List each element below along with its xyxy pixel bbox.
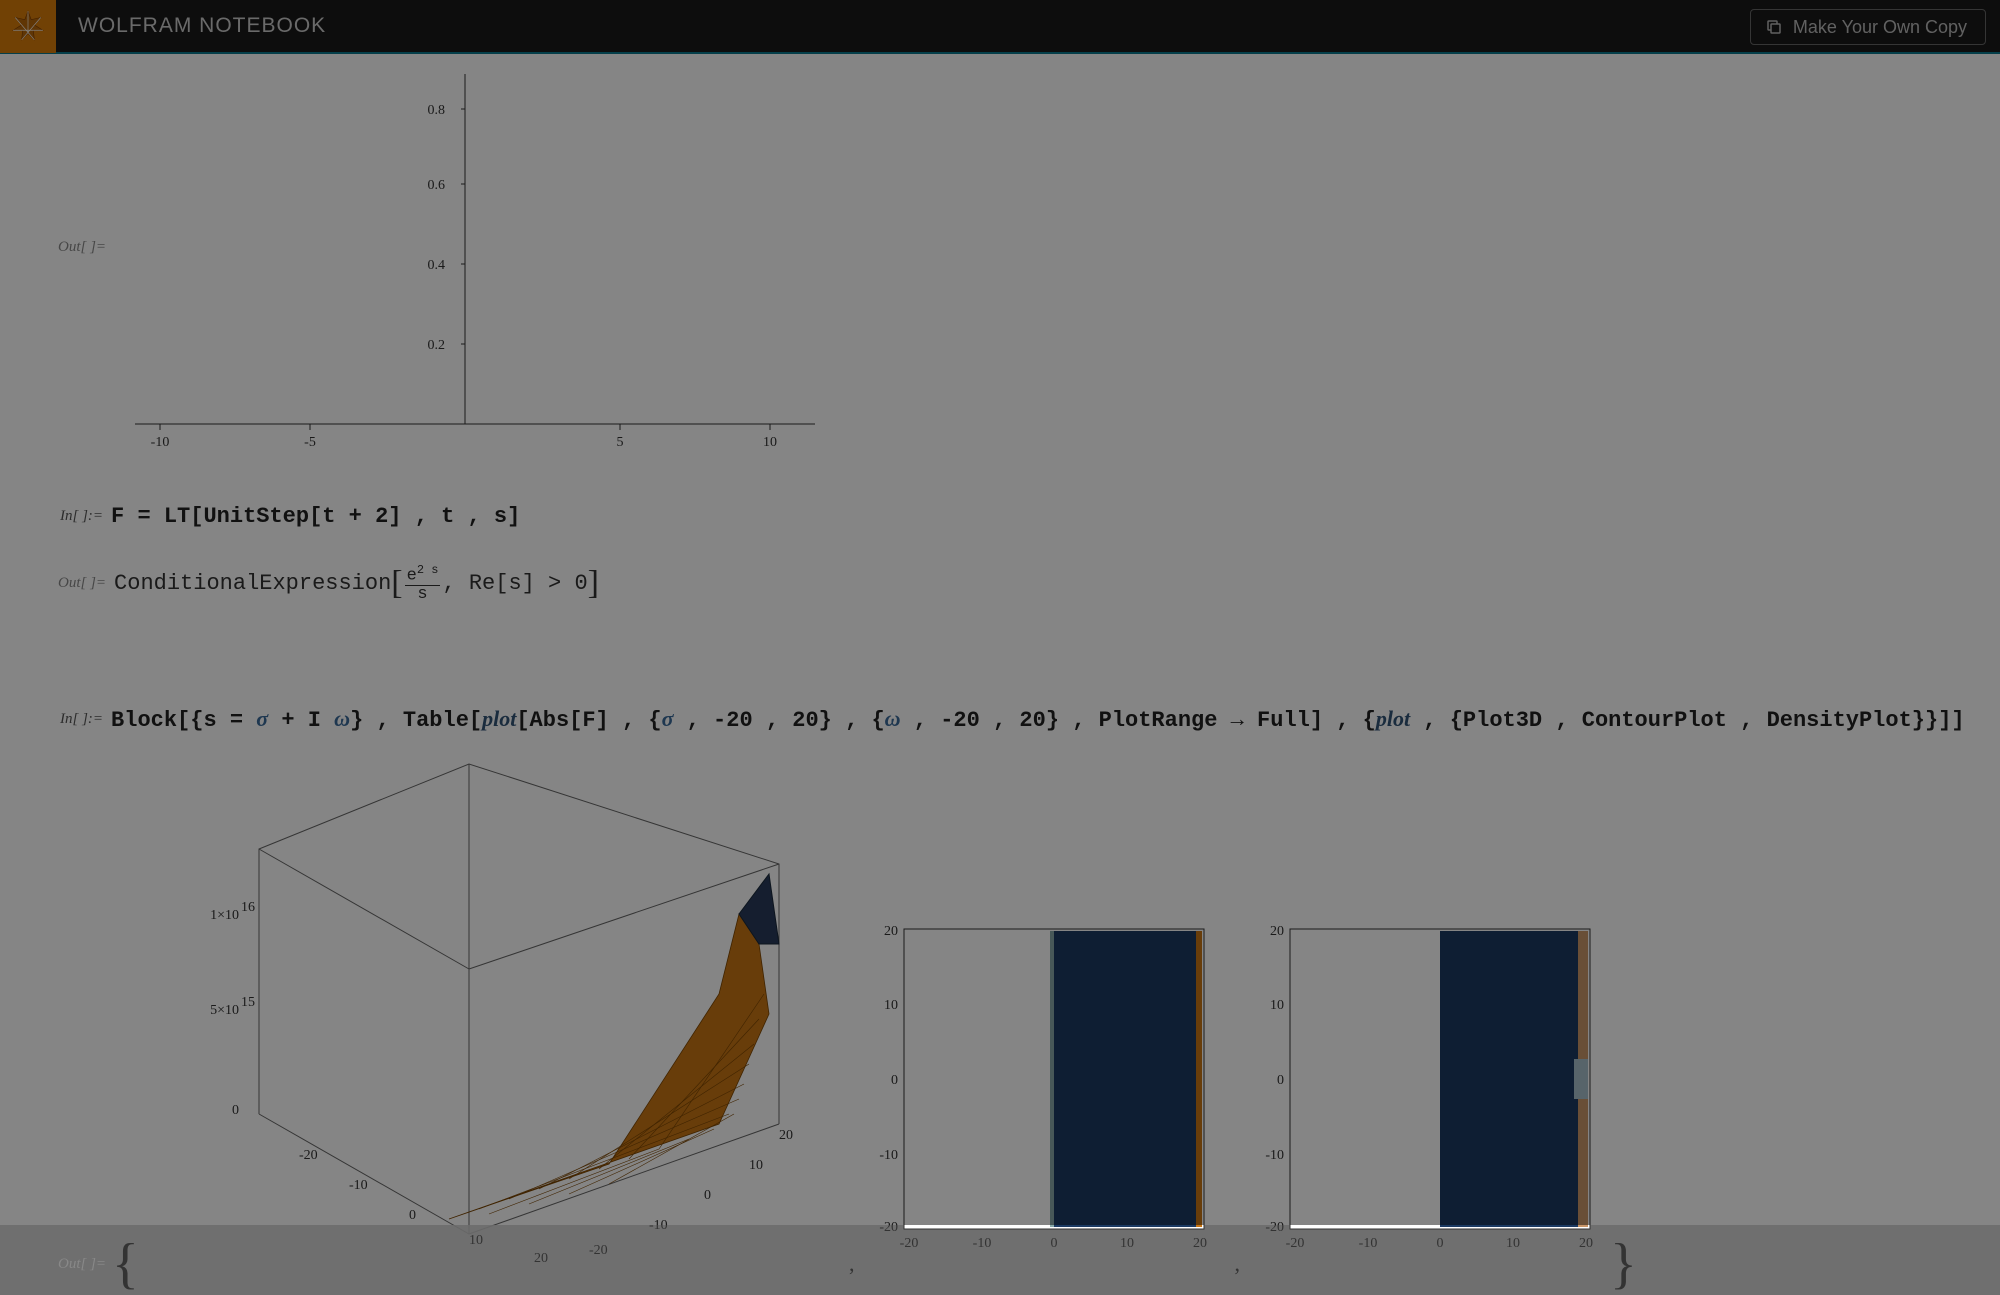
svg-text:1×10: 1×10 — [210, 908, 239, 923]
make-copy-label: Make Your Own Copy — [1793, 17, 1967, 38]
app-title: WOLFRAM NOTEBOOK — [78, 14, 326, 38]
svg-text:10: 10 — [884, 998, 898, 1013]
svg-text:-10: -10 — [1265, 1148, 1284, 1163]
xtick: -5 — [304, 435, 316, 450]
ytick: 0.2 — [428, 338, 446, 353]
code-seg: Block[{s = — [111, 708, 256, 733]
svg-text:10: 10 — [1506, 1236, 1520, 1251]
svg-text:-10: -10 — [349, 1178, 368, 1193]
svg-text:0: 0 — [1277, 1073, 1284, 1088]
input-code-2: Block[{s = σ + I ω} , Table[plot[Abs[F] … — [111, 706, 1965, 733]
xtick: -10 — [151, 435, 170, 450]
sigma-symbol: σ — [256, 706, 268, 731]
omega-symbol: ω — [885, 706, 901, 731]
notebook-content: Out[ ]= 0.2 0.4 0.6 0.8 -10 -5 5 10 In[ — [0, 54, 2000, 1225]
output-contourplot[interactable]: 20 10 0 -10 -20 -20 -10 0 10 20 — [864, 919, 1224, 1269]
svg-text:15: 15 — [241, 995, 255, 1010]
code-seg: + I — [268, 708, 334, 733]
svg-text:10: 10 — [469, 1233, 483, 1248]
svg-text:20: 20 — [884, 924, 898, 939]
output-plots-row: Out[ ]= { — [58, 744, 1637, 1264]
svg-text:0: 0 — [704, 1188, 711, 1203]
svg-text:20: 20 — [534, 1251, 548, 1264]
code-seg: , -20 , 20} , PlotRange → Full] , { — [901, 708, 1376, 733]
svg-text:0: 0 — [891, 1073, 898, 1088]
output-plot3d[interactable]: 0 5×1015 1×1016 -20 -10 0 10 20 20 10 0 … — [139, 744, 839, 1264]
frac-num-base: e — [407, 567, 417, 586]
svg-text:20: 20 — [1579, 1236, 1593, 1251]
output-label: Out[ ]= — [58, 575, 106, 592]
svg-text:-10: -10 — [880, 1148, 899, 1163]
output-cell-1[interactable]: Out[ ]= ConditionalExpression[e2 ss, Re[… — [58, 564, 599, 603]
ytick: 0.6 — [428, 178, 446, 193]
header-bar: WOLFRAM NOTEBOOK Make Your Own Copy — [0, 0, 2000, 54]
wolfram-logo[interactable] — [0, 0, 56, 53]
svg-text:20: 20 — [1270, 924, 1284, 939]
xtick: 5 — [617, 435, 624, 450]
input-cell-2[interactable]: In[ ]:= Block[{s = σ + I ω} , Table[plot… — [60, 706, 1965, 733]
output-code-1: ConditionalExpression[e2 ss, Re[s] > 0] — [114, 564, 599, 603]
output-plot-2d-axes[interactable]: 0.2 0.4 0.6 0.8 -10 -5 5 10 — [105, 54, 825, 454]
svg-text:10: 10 — [1120, 1236, 1134, 1251]
list-comma: , — [839, 1251, 865, 1277]
svg-text:0: 0 — [1051, 1236, 1058, 1251]
make-copy-button[interactable]: Make Your Own Copy — [1750, 9, 1986, 45]
cond-text: , Re[s] > 0 — [442, 571, 587, 596]
ytick: 0.8 — [428, 103, 446, 118]
svg-text:-20: -20 — [880, 1220, 899, 1235]
svg-text:20: 20 — [1193, 1236, 1207, 1251]
input-code-1: F = LT[UnitStep[t + 2] , t , s] — [111, 504, 520, 529]
code-seg: , -20 , 20} , { — [673, 708, 884, 733]
svg-text:-10: -10 — [1359, 1236, 1378, 1251]
frac-num-exp: 2 s — [417, 563, 439, 577]
svg-text:-10: -10 — [973, 1236, 992, 1251]
svg-text:20: 20 — [779, 1128, 793, 1143]
svg-text:-20: -20 — [1286, 1236, 1305, 1251]
code-seg: , {Plot3D , ContourPlot , DensityPlot}}]… — [1410, 708, 1965, 733]
code-seg: [Abs[F] , { — [516, 708, 661, 733]
svg-text:0: 0 — [232, 1103, 239, 1118]
sigma-symbol: σ — [662, 706, 674, 731]
svg-text:-20: -20 — [900, 1236, 919, 1251]
omega-symbol: ω — [334, 706, 350, 731]
svg-text:-20: -20 — [589, 1243, 608, 1258]
list-comma: , — [1224, 1251, 1250, 1277]
output-label-plots: Out[ ]= — [58, 1256, 106, 1273]
cond-expr-text: ConditionalExpression — [114, 571, 391, 596]
plot-symbol: plot — [482, 706, 516, 731]
input-label-2: In[ ]:= — [60, 711, 103, 728]
svg-text:16: 16 — [241, 900, 255, 915]
svg-text:0: 0 — [1436, 1236, 1443, 1251]
wolfram-spikey-icon — [11, 9, 45, 43]
svg-text:-20: -20 — [1265, 1220, 1284, 1235]
svg-text:-20: -20 — [299, 1148, 318, 1163]
output-densityplot[interactable]: 20 10 0 -10 -20 -20 -10 0 10 20 — [1250, 919, 1610, 1269]
svg-text:0: 0 — [409, 1208, 416, 1223]
svg-text:10: 10 — [749, 1158, 763, 1173]
input-cell-1[interactable]: In[ ]:= F = LT[UnitStep[t + 2] , t , s] — [60, 504, 520, 529]
input-label: In[ ]:= — [60, 508, 103, 525]
svg-text:5×10: 5×10 — [210, 1003, 239, 1018]
svg-text:-10: -10 — [649, 1218, 668, 1233]
copy-icon — [1765, 18, 1783, 36]
xtick: 10 — [763, 435, 777, 450]
ytick: 0.4 — [428, 258, 446, 273]
frac-den: s — [415, 586, 429, 603]
svg-text:10: 10 — [1270, 998, 1284, 1013]
plot-symbol: plot — [1376, 706, 1410, 731]
code-seg: } , Table[ — [350, 708, 482, 733]
output-label-plot1: Out[ ]= — [58, 239, 106, 256]
